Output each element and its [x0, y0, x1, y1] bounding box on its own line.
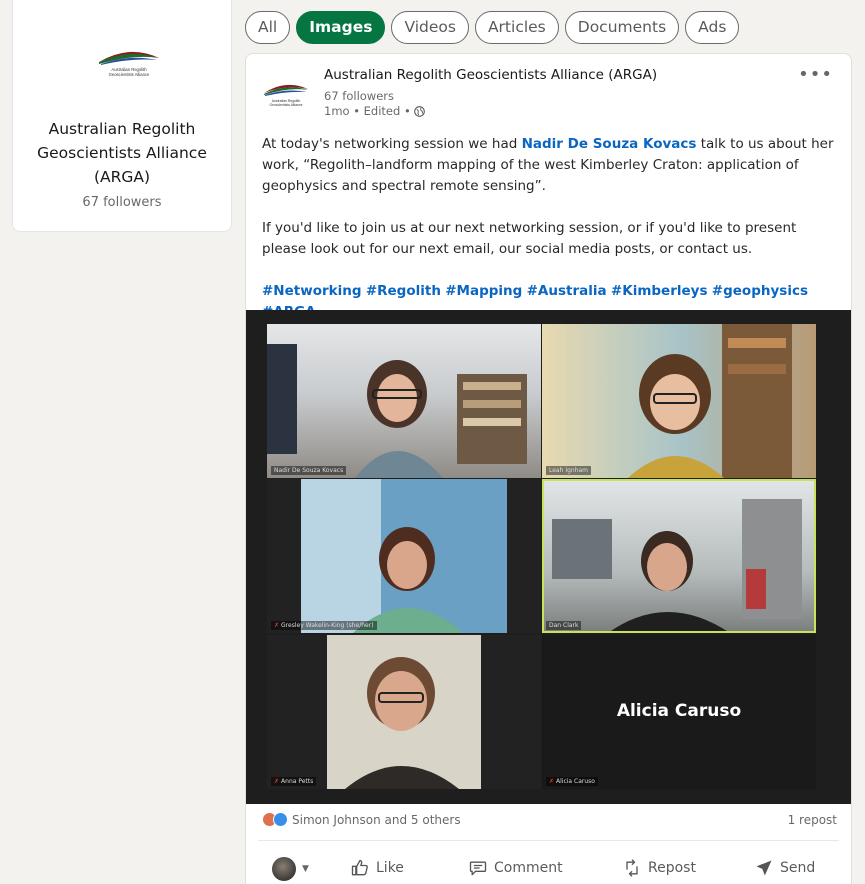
video-tile-camera-off: Alicia Caruso ✗ Alicia Caruso	[542, 635, 816, 789]
participant-name: Gresley Wakelin-King (she/her)	[281, 622, 374, 629]
filter-documents[interactable]: Documents	[564, 11, 680, 44]
more-options-icon[interactable]: •••	[798, 64, 833, 85]
participant-label: ✗ Anna Petts	[271, 777, 317, 786]
participant-label: ✗ Alicia Caruso	[546, 777, 598, 786]
video-tile: ✗ Anna Petts	[267, 635, 541, 789]
send-icon	[756, 860, 772, 876]
participant-label: Leah Ignham	[546, 466, 592, 475]
feed-post: Australian Regolith Geoscientists Allian…	[245, 53, 852, 884]
comment-label: Comment	[494, 860, 563, 876]
social-counts: Simon Johnson and 5 others 1 repost	[262, 812, 837, 827]
camera-off-name: Alicia Caruso	[616, 701, 742, 721]
post-meta: 1mo • Edited •	[324, 104, 425, 118]
video-tile: Nadir De Souza Kovacs	[267, 324, 541, 478]
send-button[interactable]: Send	[754, 858, 815, 878]
participant-video	[552, 499, 802, 633]
participant-video	[628, 324, 792, 478]
author-logo[interactable]: Australian Regolith Geoscientists Allian…	[261, 73, 311, 109]
participant-name: Alicia Caruso	[556, 778, 595, 785]
filter-articles[interactable]: Articles	[474, 11, 559, 44]
org-logo[interactable]: Australian Regolith Geoscientists Allian…	[93, 42, 165, 78]
post-author-name[interactable]: Australian Regolith Geoscientists Allian…	[324, 67, 657, 83]
reposts-count[interactable]: 1 repost	[788, 813, 837, 827]
hashtag-link[interactable]: #Kimberleys	[611, 283, 708, 299]
participant-name: Leah Ignham	[549, 467, 589, 474]
post-action-bar: ▼ Like Comment Repost Send	[246, 854, 851, 884]
globe-icon	[413, 105, 425, 117]
post-image-video-call[interactable]: Nadir De Souza Kovacs Leah Ignham ✗ Gres…	[246, 310, 851, 804]
participant-name: Nadir De Souza Kovacs	[274, 467, 344, 474]
video-tile: Leah Ignham	[542, 324, 816, 478]
caret-down-icon: ▼	[302, 864, 309, 874]
mention-link[interactable]: Nadir De Souza Kovacs	[522, 136, 697, 152]
send-label: Send	[780, 860, 816, 876]
repost-label: Repost	[648, 860, 696, 876]
hashtag-link[interactable]: #geophysics	[712, 283, 808, 299]
participant-name: Anna Petts	[281, 778, 314, 785]
hashtag-link[interactable]: #Australia	[527, 283, 607, 299]
mic-muted-icon: ✗	[549, 778, 555, 785]
filter-videos[interactable]: Videos	[391, 11, 469, 44]
post-paragraph-1: At today's networking session we had Nad…	[262, 134, 842, 197]
repost-button[interactable]: Repost	[622, 858, 696, 878]
svg-text:Geoscientists Alliance: Geoscientists Alliance	[109, 72, 150, 77]
video-tile-active-speaker: Dan Clark	[542, 479, 816, 633]
comment-icon	[469, 861, 487, 876]
post-text-before-mention: At today's networking session we had	[262, 136, 522, 152]
repost-icon	[626, 859, 638, 877]
mic-muted-icon: ✗	[274, 778, 280, 785]
post-meta-text: 1mo • Edited •	[324, 104, 411, 118]
reaction-icons[interactable]	[262, 812, 288, 827]
participant-video	[301, 479, 507, 633]
hashtag-link[interactable]: #Regolith	[366, 283, 441, 299]
hashtag-link[interactable]: #Mapping	[445, 283, 522, 299]
like-button[interactable]: Like	[350, 858, 404, 878]
actor-selector[interactable]: ▼	[272, 857, 309, 881]
org-name[interactable]: Australian Regolith Geoscientists Allian…	[13, 117, 231, 189]
participant-label: ✗ Gresley Wakelin-King (she/her)	[271, 621, 377, 630]
filter-ads[interactable]: Ads	[685, 11, 740, 44]
filter-images[interactable]: Images	[296, 11, 386, 44]
reactions-count[interactable]: Simon Johnson and 5 others	[292, 813, 461, 827]
participant-video	[327, 635, 481, 789]
participant-video	[267, 344, 527, 478]
comment-button[interactable]: Comment	[468, 858, 563, 878]
participant-name: Dan Clark	[549, 622, 579, 629]
like-label: Like	[376, 860, 404, 876]
divider	[258, 840, 839, 841]
participant-label: Nadir De Souza Kovacs	[271, 466, 347, 475]
post-paragraph-2: If you'd like to join us at our next net…	[262, 220, 797, 257]
participant-label: Dan Clark	[546, 621, 582, 630]
content-filter-bar: All Images Videos Articles Documents Ads	[245, 11, 740, 44]
org-followers: 67 followers	[82, 195, 162, 210]
avatar	[272, 857, 296, 881]
svg-text:Geoscientists Alliance: Geoscientists Alliance	[270, 103, 303, 107]
video-tile: ✗ Gresley Wakelin-King (she/her)	[267, 479, 541, 633]
org-profile-card: Australian Regolith Geoscientists Allian…	[12, 0, 232, 232]
like-icon	[351, 859, 368, 876]
hashtag-link[interactable]: #Networking	[262, 283, 362, 299]
mic-muted-icon: ✗	[274, 622, 280, 629]
filter-all[interactable]: All	[245, 11, 291, 44]
like-reaction-icon	[273, 812, 288, 827]
post-author-followers: 67 followers	[324, 89, 394, 103]
